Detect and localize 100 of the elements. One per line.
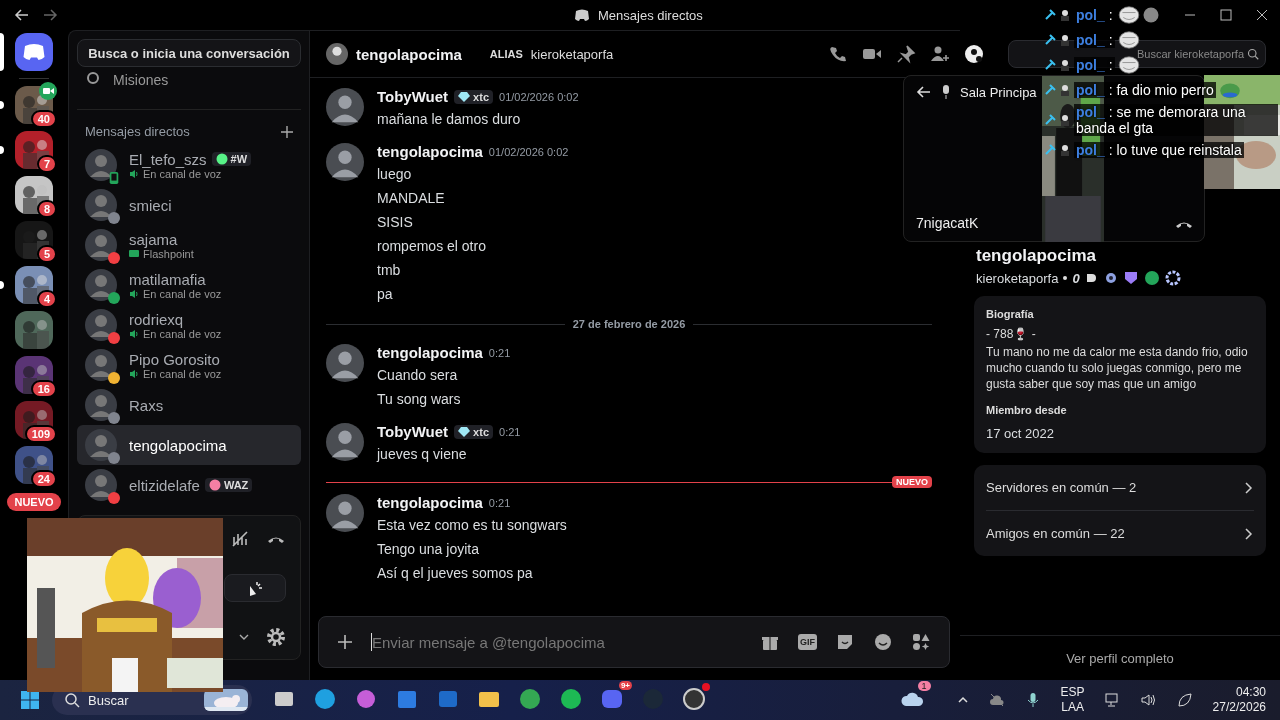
volume-icon[interactable] (1140, 692, 1157, 708)
add-icon[interactable] (281, 125, 293, 138)
message-author[interactable]: tengolapocima (377, 344, 483, 361)
avatar (326, 494, 364, 532)
sticker-icon[interactable] (835, 632, 855, 652)
message-author[interactable]: tengolapocima (377, 143, 483, 160)
message-text: luego (377, 165, 413, 184)
username: tengolapocima (129, 436, 227, 454)
user-icon (1059, 84, 1071, 96)
unread-count: 16 (30, 380, 57, 398)
section-heading: Miembro desde (986, 404, 1068, 416)
overlay-message: pol_ : (1074, 32, 1115, 48)
forward-icon[interactable] (42, 7, 58, 23)
settings-icon[interactable] (266, 626, 286, 647)
overlay-message: pol_ : lo tuve que reinstala (1074, 142, 1244, 158)
avatar (326, 344, 364, 382)
avatar (85, 389, 117, 421)
message-text: Tu song wars (377, 390, 462, 409)
view-full-profile-link[interactable]: Ver perfil completo (1066, 650, 1174, 666)
profile-username: kieroketaporfa (976, 270, 1059, 286)
date-divider: 27 de febrero de 2026 (572, 318, 686, 330)
message-text: Así q el jueves somos pa (377, 564, 534, 583)
deafen-icon[interactable] (230, 528, 250, 549)
home-button[interactable] (15, 33, 53, 71)
dm-item[interactable]: matilamafia En canal de voz (77, 265, 301, 305)
message-input[interactable]: Enviar mensaje a @tengolapocima GIF (318, 616, 950, 668)
mutual-row[interactable]: Servidores en común — 2 (986, 465, 1254, 511)
add-icon[interactable] (337, 634, 353, 650)
avatar (85, 429, 117, 461)
dm-item[interactable]: El_tefo_szs #W En canal de voz (77, 145, 301, 185)
alias-label: ALIAS (489, 48, 523, 60)
separator-dot-icon (1063, 276, 1068, 280)
app-icon[interactable] (313, 686, 337, 711)
channel-title: tengolapocima (356, 45, 462, 63)
timestamp: 01/02/2026 0:02 (488, 145, 569, 158)
dm-item[interactable]: Raxs (77, 385, 301, 425)
app-icon[interactable] (518, 686, 542, 711)
maximize-icon[interactable] (1220, 9, 1232, 21)
username: smieci (129, 196, 172, 214)
search-icon (1247, 48, 1259, 60)
avatar (85, 309, 117, 341)
app-icon[interactable] (682, 686, 706, 711)
avatar (85, 349, 117, 381)
timestamp: 0:21 (499, 425, 521, 438)
gif-button[interactable]: GIF (798, 634, 817, 650)
back-icon[interactable] (916, 84, 932, 100)
clock-date[interactable]: 27/2/2026 (1212, 700, 1266, 715)
notification-badge: 9+ (618, 680, 632, 690)
dm-item[interactable]: smieci (77, 185, 301, 225)
message-author[interactable]: TobyWuet (377, 88, 449, 105)
user-icon (1059, 34, 1071, 46)
back-icon[interactable] (14, 7, 30, 23)
bio-text: Tu mano no me da calor me esta dando frio, odio mucho cuando tu solo juegas conmigo, pero me gusta saber que soy mas que un amigo (986, 344, 1249, 392)
overlay-message: pol_ : fa dio mio perro (1074, 82, 1216, 98)
apps-icon[interactable] (911, 632, 931, 652)
overlay-message: pol_ : (1074, 7, 1115, 23)
keyboard-layout[interactable]: LAA (1061, 700, 1084, 715)
cloud-off-icon[interactable] (988, 692, 1005, 708)
message-text: jueves q viene (377, 445, 468, 464)
dm-item[interactable]: sajama Flashpoint (77, 225, 301, 265)
dm-item[interactable]: tengolapocima (77, 425, 301, 465)
dm-item[interactable]: Pipo Gorosito En canal de voz (77, 345, 301, 385)
username: rodriexq (129, 310, 184, 328)
language-indicator[interactable]: ESP (1060, 685, 1085, 700)
section-heading: Biografía (986, 308, 1035, 320)
message-author[interactable]: TobyWuet (377, 423, 449, 440)
badge-icon (1084, 272, 1097, 284)
activity-status: En canal de voz (143, 167, 222, 180)
new-badge: NUEVO (7, 493, 61, 511)
recording-indicator (702, 682, 710, 691)
add-friend-icon[interactable] (930, 44, 950, 64)
user-icon (1059, 59, 1071, 71)
activity-status: Flashpoint (143, 247, 194, 260)
start-icon[interactable] (20, 690, 40, 710)
user-icon (1059, 9, 1071, 21)
activity-status: En canal de voz (143, 287, 222, 300)
search-button[interactable]: Busca o inicia una conversación (77, 39, 301, 67)
unread-count: 109 (24, 425, 57, 443)
message-author[interactable]: tengolapocima (377, 494, 483, 511)
chevron-icon (1242, 481, 1254, 494)
network-icon[interactable] (1104, 692, 1121, 708)
soundboard-button[interactable] (224, 573, 286, 602)
voice-call-icon[interactable] (828, 44, 848, 64)
message-text: Cuando sera (377, 366, 459, 385)
mutual-row[interactable]: Amigos en común — 22 (986, 511, 1254, 556)
window-title: Mensajes directos (598, 7, 703, 23)
clock-time[interactable]: 04:30 (1235, 685, 1266, 700)
quests-link[interactable]: Misiones (113, 72, 169, 88)
leaf-icon[interactable] (1176, 692, 1193, 708)
discord-icon (574, 7, 590, 23)
activity-status: En canal de voz (143, 367, 222, 380)
dm-item[interactable]: eltizidelafe WAZ (77, 465, 301, 505)
app-icon[interactable] (559, 686, 583, 711)
activity-status: En canal de voz (143, 327, 222, 340)
emoji-icon[interactable] (873, 632, 893, 652)
avatar (85, 269, 117, 301)
user-profile-icon[interactable] (964, 44, 984, 64)
avatar (85, 149, 117, 181)
close-icon[interactable] (1256, 9, 1268, 21)
dm-item[interactable]: rodriexq En canal de voz (77, 305, 301, 345)
